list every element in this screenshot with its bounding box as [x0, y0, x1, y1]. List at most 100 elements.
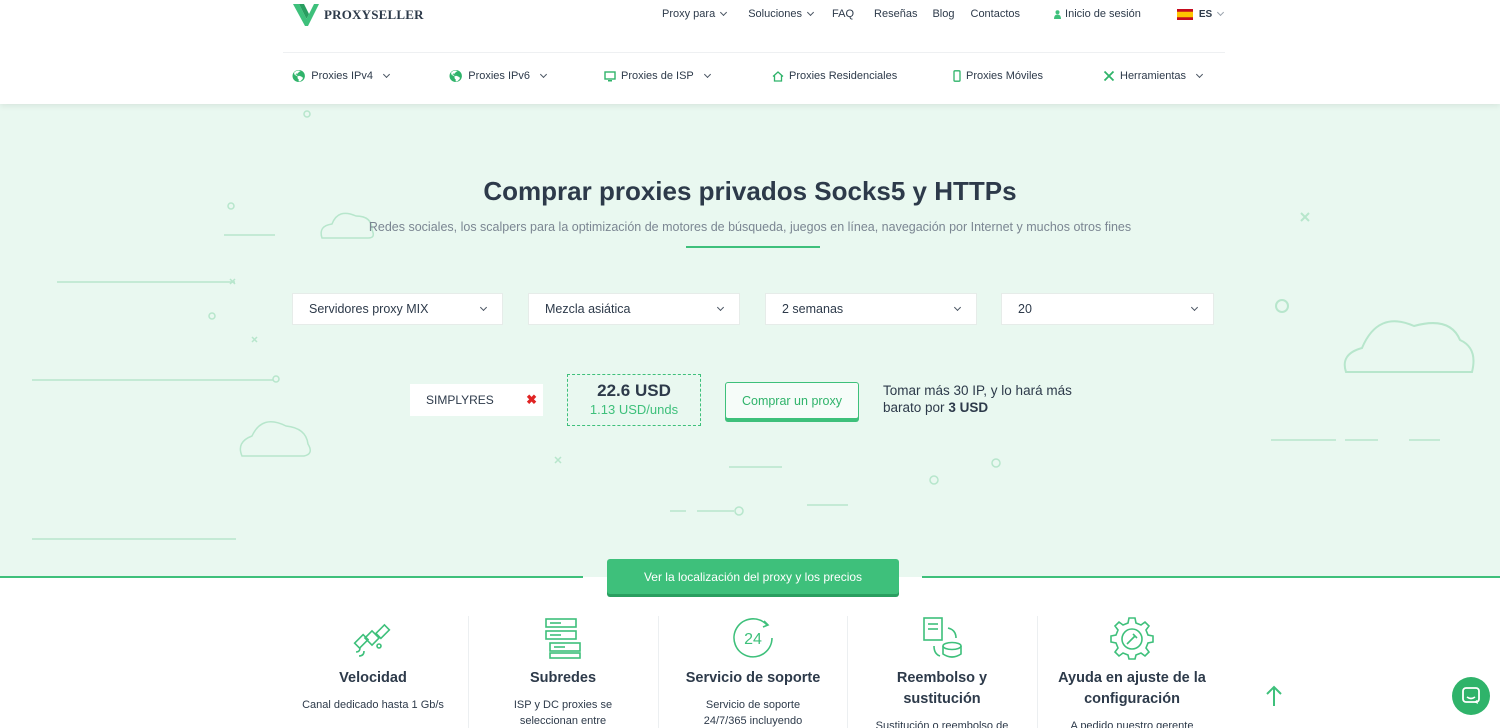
- logo-text: PROXYSELLER: [324, 7, 424, 22]
- menu-label: Proxies Móviles: [966, 70, 1044, 82]
- monitor-icon: [604, 70, 616, 81]
- settings-gear-icon: [1110, 617, 1154, 660]
- nav-label: Contactos: [970, 8, 1021, 20]
- coupon-code: SIMPLYRES: [426, 393, 494, 407]
- language-label: ES: [1198, 8, 1213, 20]
- feature-title: Velocidad: [339, 670, 407, 686]
- menu-label: Proxies de ISP: [621, 70, 694, 82]
- feature-title: Subredes: [529, 670, 597, 686]
- location-select[interactable]: Mezcla asiática: [528, 293, 740, 325]
- menu-proxies-residenciales[interactable]: Proxies Residenciales: [772, 70, 897, 82]
- chevron-down-icon: [703, 70, 711, 79]
- mobile-icon: [953, 70, 961, 82]
- chat-icon: [1462, 687, 1480, 704]
- select-value: 20: [1018, 302, 1032, 316]
- nav-soluciones[interactable]: Soluciones: [748, 8, 815, 20]
- promo-amount: 3 USD: [948, 400, 989, 415]
- satellite-icon: [353, 623, 391, 657]
- nav-label: FAQ: [832, 8, 855, 20]
- menu-label: Proxies IPv4: [311, 70, 373, 82]
- coupon-field[interactable]: SIMPLYRES ✖: [410, 384, 543, 416]
- chevron-down-icon: [720, 8, 728, 17]
- feature-speed: Velocidad Canal dedicado hasta 1 Gb/s: [278, 612, 468, 713]
- proxy-type-select[interactable]: Servidores proxy MIX: [292, 293, 503, 325]
- promo-line: Tomar más 30 IP, y lo hará más: [883, 383, 1072, 398]
- login-label: Inicio de sesión: [1065, 8, 1141, 20]
- home-icon: [772, 70, 784, 82]
- scroll-top-icon[interactable]: [1264, 684, 1284, 708]
- language-selector[interactable]: ES: [1176, 8, 1225, 20]
- section-divider-left: [0, 576, 583, 578]
- menu-herramientas[interactable]: Herramientas: [1103, 70, 1204, 82]
- buy-proxy-button[interactable]: Comprar un proxy: [725, 382, 859, 419]
- remove-coupon-icon[interactable]: ✖: [526, 392, 537, 408]
- spain-flag-icon: [1176, 8, 1193, 20]
- chevron-down-icon: [539, 70, 548, 79]
- feature-title: Servicio de soporte: [685, 670, 821, 686]
- feature-description: Canal dedicado hasta 1 Gb/s: [302, 699, 444, 711]
- section-divider-right: [922, 576, 1500, 578]
- menu-proxies-moviles[interactable]: Proxies Móviles: [953, 70, 1043, 82]
- title-underline: [686, 246, 820, 248]
- feature-subnets: Subredes ISP y DC proxies se seleccionan…: [468, 612, 658, 728]
- select-value: Mezcla asiática: [545, 302, 631, 316]
- feature-description: Servicio de soporte 24/7/365 incluyendo …: [703, 699, 803, 727]
- page-title: Comprar proxies privados Socks5 y HTTPs: [483, 176, 1017, 206]
- login-link[interactable]: Inicio de sesión: [1054, 8, 1141, 20]
- chevron-down-icon: [479, 303, 488, 312]
- logo[interactable]: PROXYSELLER: [292, 2, 424, 28]
- price-box: 22.6 USD 1.13 USD/unds: [567, 374, 701, 426]
- menu-proxies-ipv6[interactable]: 🌎︎ Proxies IPv6: [448, 69, 548, 83]
- period-select[interactable]: 2 semanas: [765, 293, 977, 325]
- nav-label: Blog: [932, 8, 955, 20]
- menu-label: Proxies IPv6: [468, 70, 530, 82]
- feature-title: Ayuda en ajuste de la configuración: [1058, 670, 1206, 707]
- feature-description: A pedido nuestro gerente: [1070, 720, 1194, 728]
- globe-icon: 🌎︎: [448, 69, 464, 83]
- chat-button[interactable]: [1452, 677, 1490, 715]
- server-icon: [545, 618, 581, 659]
- chevron-down-icon: [716, 303, 725, 312]
- nav-proxy-para[interactable]: Proxy para: [662, 8, 728, 20]
- chevron-down-icon: [1195, 70, 1204, 79]
- chevron-down-icon: [953, 303, 962, 312]
- support-24-icon: 24: [733, 618, 773, 658]
- hero-section: Comprar proxies privados Socks5 y HTTPs …: [0, 104, 1500, 577]
- chevron-down-icon: [806, 8, 815, 17]
- view-locations-button[interactable]: Ver la localización del proxy y los prec…: [607, 559, 899, 594]
- promo-prefix: barato por: [883, 400, 945, 415]
- logo-icon: [293, 4, 319, 26]
- svg-text:24: 24: [744, 631, 762, 648]
- nav-resenas[interactable]: Reseñas: [874, 8, 917, 20]
- refund-icon: [923, 617, 962, 658]
- tools-icon: [1103, 70, 1115, 82]
- nav-label: Reseñas: [874, 8, 918, 20]
- feature-config-help: Ayuda en ajuste de la configuración A pe…: [1037, 612, 1227, 728]
- chevron-down-icon: [382, 70, 391, 79]
- header-divider: [283, 52, 1225, 53]
- nav-blog[interactable]: Blog: [932, 8, 954, 20]
- chevron-down-icon: [1217, 8, 1225, 17]
- nav-contactos[interactable]: Contactos: [971, 8, 1021, 20]
- select-value: Servidores proxy MIX: [309, 302, 429, 316]
- user-icon: [1054, 9, 1062, 19]
- feature-support: 24 Servicio de soporte Servicio de sopor…: [658, 612, 848, 728]
- total-price: 22.6 USD: [597, 381, 671, 400]
- globe-icon: 🌎︎: [291, 69, 307, 83]
- quantity-select[interactable]: 20: [1001, 293, 1214, 325]
- menu-label: Herramientas: [1120, 70, 1187, 82]
- menu-proxies-isp[interactable]: Proxies de ISP: [604, 70, 711, 82]
- background-decoration: [32, 110, 1475, 540]
- promo-line: barato por 3 USD: [883, 399, 1072, 416]
- menu-proxies-ipv4[interactable]: 🌎︎ Proxies IPv4: [291, 69, 391, 83]
- feature-description: Sustitución o reembolso de: [875, 720, 1009, 728]
- select-value: 2 semanas: [782, 302, 844, 316]
- unit-price: 1.13 USD/unds: [589, 402, 679, 417]
- nav-label: Soluciones: [748, 8, 803, 20]
- bulk-promo-text: Tomar más 30 IP, y lo hará más barato po…: [883, 382, 1072, 416]
- nav-faq[interactable]: FAQ: [832, 8, 854, 20]
- chevron-down-icon: [1190, 303, 1199, 312]
- main-nav: 🌎︎ Proxies IPv4 🌎︎ Proxies IPv6 Proxies …: [291, 70, 1211, 86]
- site-header: PROXYSELLER Proxy para Soluciones FAQ Re…: [0, 0, 1500, 104]
- top-nav: Proxy para Soluciones FAQ Reseñas Blog C…: [662, 8, 1225, 20]
